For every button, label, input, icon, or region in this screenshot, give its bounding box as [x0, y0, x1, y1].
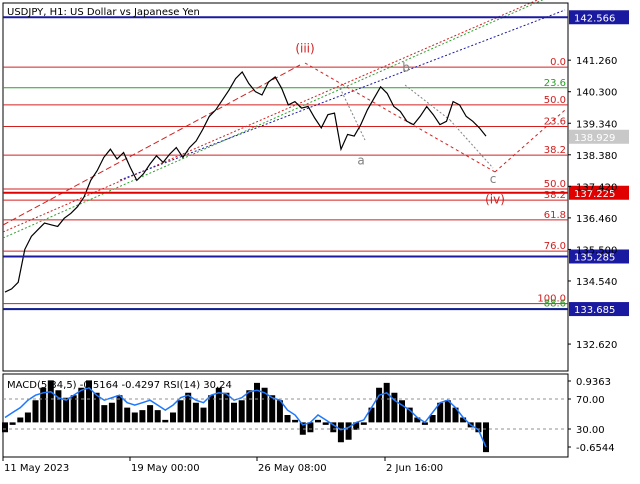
time-axis-label: 26 May 08:00 [258, 463, 327, 474]
indicator-axis-label: -0.6544 [576, 443, 615, 454]
indicator-axis-label: 0.9363 [576, 377, 611, 388]
time-axis-label: 2 Jun 16:00 [386, 463, 443, 474]
price-axis-label: 140.300 [576, 88, 617, 99]
wave-label-2: b [402, 60, 410, 74]
fib-level-label: 50.0 [544, 179, 566, 190]
price-axis-label: 132.620 [576, 340, 617, 351]
fib-level-label: 38.2 [544, 145, 566, 156]
price-level-label: 133.685 [574, 305, 615, 316]
price-axis-label: 136.460 [576, 214, 617, 225]
fib-level-label: 0.0 [550, 57, 566, 68]
wave-label-5: (iv) [485, 192, 505, 206]
price-level-label: 142.566 [574, 13, 615, 24]
price-axis-label: 138.380 [576, 151, 617, 162]
fib-level-label: 50.0 [544, 95, 566, 106]
indicator-axis-label: 70.00 [576, 395, 605, 406]
indicator-axis-label: 30.00 [576, 425, 605, 436]
time-axis-label: 19 May 00:00 [131, 463, 200, 474]
price-axis-label: 141.260 [576, 56, 617, 67]
price-axis-label: 137.420 [576, 182, 617, 193]
indicator-title: MACD(5,34,5) -0.5164 -0.4297 RSI(14) 30.… [7, 380, 232, 391]
fib-level-label: 88.6 [544, 299, 566, 310]
fib-level-label: 23.6 [544, 78, 566, 89]
fib-level-label: 76.0 [544, 241, 566, 252]
chart-canvas: 0.023.650.023.638.250.038.261.876.0100.0… [0, 0, 640, 480]
wave-label-4: c [490, 172, 497, 186]
wave-label-3: a [357, 154, 364, 168]
price-axis-label: 135.500 [576, 245, 617, 256]
price-axis-label: 139.340 [576, 119, 617, 130]
chart-title: USDJPY, H1: US Dollar vs Japanese Yen [7, 7, 200, 18]
price-axis-label: 134.540 [576, 277, 617, 288]
wave-label-1: (iii) [295, 41, 314, 55]
time-axis-label: 11 May 2023 [4, 463, 69, 474]
chart-window: 0.0 23.6 50.0 23.6 38.2 50.0 38.2 61.8 76.0 100.0… [0, 0, 640, 480]
current-price-label: 138.929 [574, 133, 615, 144]
fib-level-label: 23.6 [544, 117, 566, 128]
fib-level-label: 61.8 [544, 210, 566, 221]
